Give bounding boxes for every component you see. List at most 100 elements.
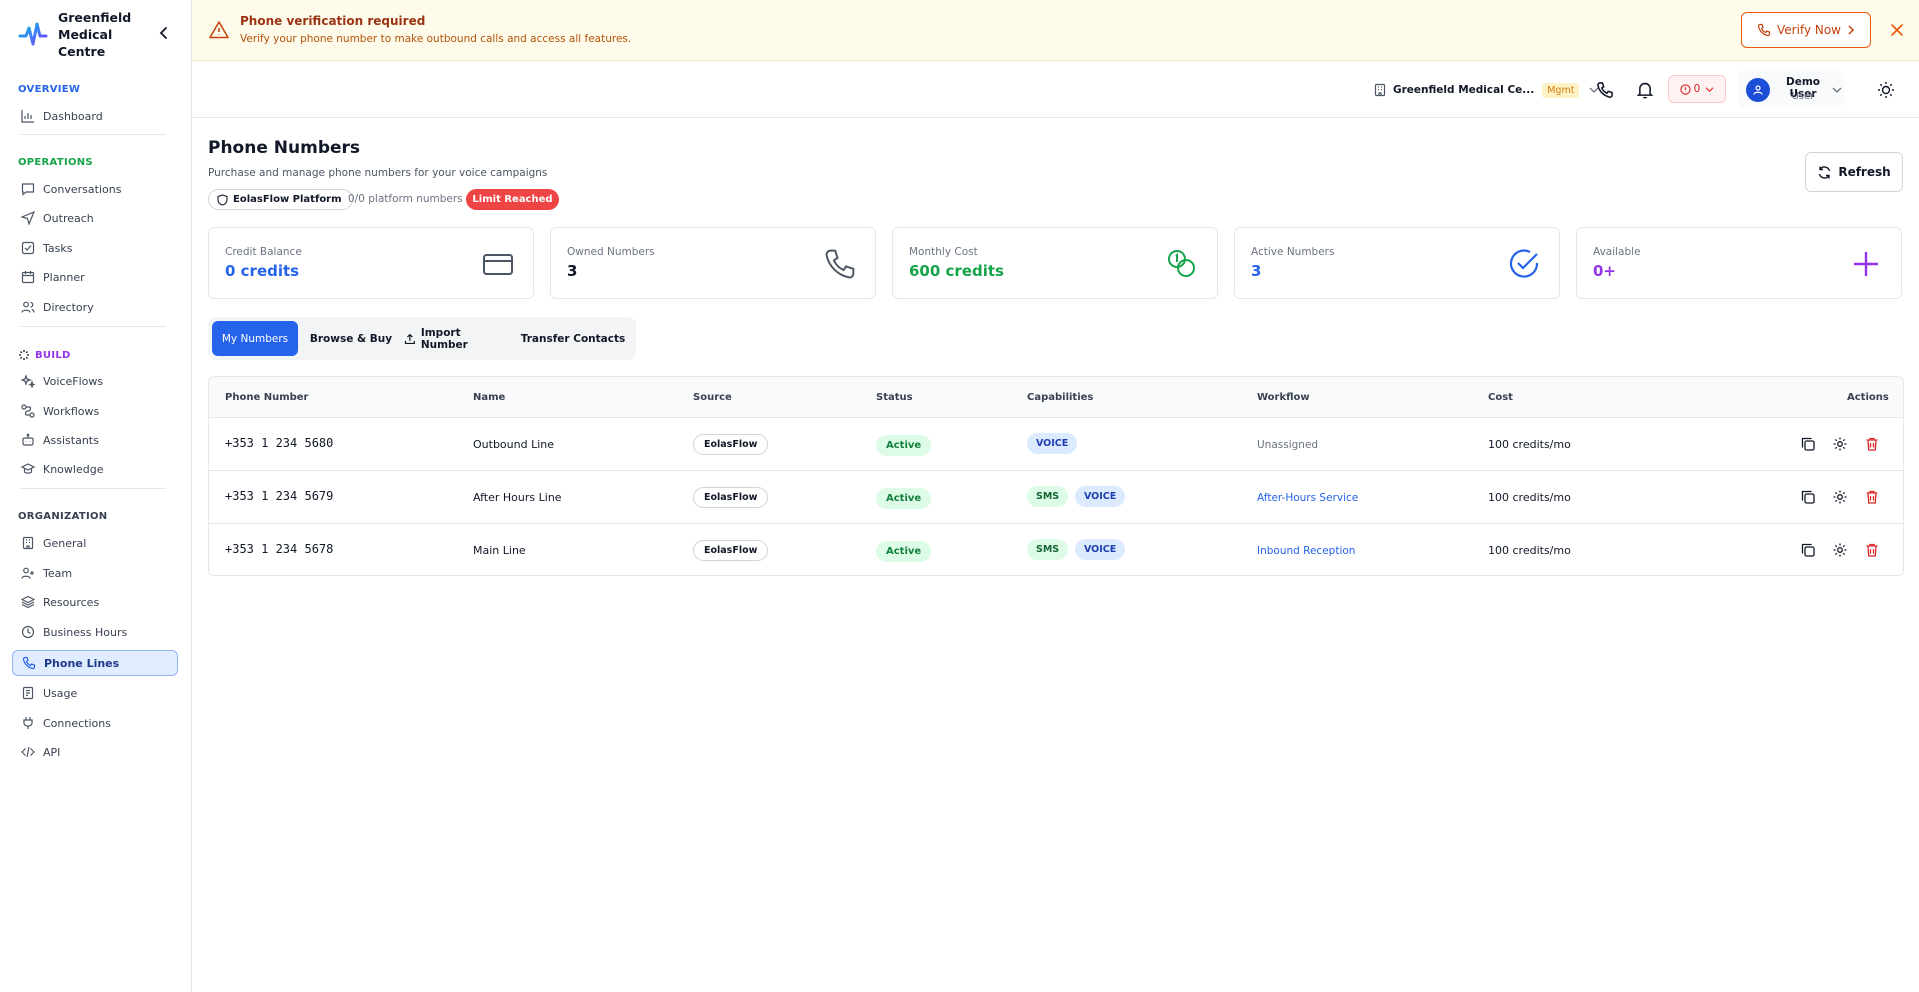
gear-icon[interactable] [1832, 436, 1848, 452]
brand[interactable]: Greenfield Medical Centre [18, 10, 158, 59]
column-header: Actions [1847, 392, 1889, 403]
tab-transfer-contacts[interactable]: Transfer Contacts [516, 321, 630, 356]
chevron-left-icon [159, 27, 167, 39]
table-header: Phone Number Name Source Status Capabili… [209, 377, 1903, 418]
copy-icon[interactable] [1800, 542, 1816, 558]
plug-icon [23, 717, 33, 729]
sidebar-item-label: Planner [43, 270, 85, 284]
sidebar-item-planner[interactable]: Planner [12, 264, 178, 290]
theme-toggle-icon[interactable] [1877, 81, 1895, 99]
bot-icon [22, 433, 34, 446]
gear-icon[interactable] [1832, 542, 1848, 558]
chevron-right-icon [1848, 25, 1855, 35]
trash-icon[interactable] [1864, 489, 1880, 505]
sidebar-item-outreach[interactable]: Outreach [12, 205, 178, 231]
table-row[interactable]: +353 1 234 5680 Outbound Line EolasFlow … [209, 418, 1903, 471]
sparkle-icon [21, 374, 35, 388]
sidebar-item-conversations[interactable]: Conversations [12, 176, 178, 202]
column-header: Phone Number [225, 392, 309, 403]
column-header: Cost [1488, 392, 1513, 403]
receipt-icon [22, 686, 34, 700]
sidebar-item-label: Connections [43, 716, 111, 730]
chevron-down-icon [1832, 87, 1842, 93]
verify-now-label: Verify Now [1777, 23, 1841, 37]
sidebar: Greenfield Medical Centre OVERVIEW Dashb… [0, 0, 192, 992]
collapse-sidebar-button[interactable] [156, 24, 172, 42]
workflow-link[interactable]: After-Hours Service [1257, 492, 1358, 504]
bell-icon[interactable] [1636, 81, 1654, 99]
sparkle-icon [19, 350, 29, 360]
close-icon[interactable] [1887, 20, 1907, 40]
sidebar-item-connections[interactable]: Connections [12, 710, 178, 736]
trash-icon[interactable] [1864, 542, 1880, 558]
tab-import-number[interactable]: Import Number [404, 321, 510, 356]
warning-icon [209, 21, 229, 39]
graduation-cap-icon [21, 463, 35, 474]
checkbox-icon [21, 241, 35, 255]
sidebar-item-label: Workflows [43, 404, 100, 418]
org-selector[interactable]: Greenfield Medical Ce... Mgmt [1373, 77, 1599, 103]
tab-label: Import Number [420, 326, 468, 351]
calendar-icon [21, 271, 35, 284]
stat-label: Available [1593, 246, 1641, 258]
coins-icon [1168, 250, 1195, 277]
sidebar-item-workflows[interactable]: Workflows [12, 398, 178, 424]
user-menu[interactable]: Demo User User [1738, 71, 1844, 107]
nav-section-title: BUILD [35, 349, 71, 361]
sidebar-item-usage[interactable]: Usage [12, 680, 178, 706]
sidebar-item-label: Usage [43, 686, 78, 700]
clock-icon [21, 625, 35, 639]
phone-icon [825, 249, 855, 279]
stat-card-owned-numbers: Owned Numbers 3 [550, 227, 876, 299]
table-row[interactable]: +353 1 234 5678 Main Line EolasFlow Acti… [209, 524, 1903, 575]
column-header: Name [473, 392, 506, 403]
stat-label: Active Numbers [1251, 246, 1335, 258]
tab-my-numbers[interactable]: My Numbers [212, 321, 298, 356]
sidebar-item-business-hours[interactable]: Business Hours [12, 619, 178, 645]
sidebar-item-label: General [43, 536, 87, 550]
nav-divider [20, 134, 166, 135]
brand-name: Greenfield Medical Centre [58, 9, 132, 59]
verify-now-button[interactable]: Verify Now [1741, 12, 1871, 48]
tab-browse-buy[interactable]: Browse & Buy [304, 321, 398, 356]
sidebar-item-knowledge[interactable]: Knowledge [12, 456, 178, 482]
building-icon [1374, 83, 1386, 97]
stat-value: 600 credits [909, 262, 1004, 280]
org-name: Greenfield Medical Ce... [1393, 84, 1535, 96]
sidebar-item-directory[interactable]: Directory [12, 294, 178, 320]
table-row[interactable]: +353 1 234 5679 After Hours Line EolasFl… [209, 471, 1903, 524]
sidebar-item-label: Tasks [43, 241, 73, 255]
line-name: After Hours Line [473, 491, 562, 504]
phone-icon[interactable] [1596, 81, 1614, 99]
sidebar-item-tasks[interactable]: Tasks [12, 235, 178, 261]
alert-count: 0 [1693, 83, 1701, 95]
user-role: User [1791, 91, 1815, 102]
phone-numbers-table: Phone Number Name Source Status Capabili… [208, 376, 1904, 576]
page-subtitle: Purchase and manage phone numbers for yo… [208, 167, 548, 179]
copy-icon[interactable] [1800, 489, 1816, 505]
sidebar-item-voiceflows[interactable]: VoiceFlows [12, 368, 178, 394]
refresh-label: Refresh [1838, 165, 1891, 179]
alerts-dropdown[interactable]: 0 [1668, 75, 1726, 103]
sidebar-item-phone-lines[interactable]: Phone Lines [12, 650, 178, 676]
sidebar-item-general[interactable]: General [12, 530, 178, 556]
sidebar-item-label: Directory [43, 300, 94, 314]
copy-icon[interactable] [1800, 436, 1816, 452]
refresh-button[interactable]: Refresh [1805, 152, 1903, 192]
sidebar-item-dashboard[interactable]: Dashboard [12, 103, 178, 129]
sidebar-item-assistants[interactable]: Assistants [12, 427, 178, 453]
line-name: Outbound Line [473, 438, 555, 451]
column-header: Status [876, 392, 913, 403]
sidebar-item-resources[interactable]: Resources [12, 589, 178, 615]
workflow-link[interactable]: Inbound Reception [1257, 545, 1355, 557]
trash-icon[interactable] [1864, 436, 1880, 452]
code-icon [21, 746, 35, 758]
sidebar-item-api[interactable]: API [12, 739, 178, 765]
sidebar-item-label: Resources [43, 595, 100, 609]
phone-icon [22, 656, 36, 670]
capability-badge: SMS [1027, 539, 1069, 560]
capability-badge: VOICE [1075, 539, 1126, 560]
gear-icon[interactable] [1832, 489, 1848, 505]
refresh-icon [1819, 165, 1831, 179]
sidebar-item-team[interactable]: Team [12, 560, 178, 586]
